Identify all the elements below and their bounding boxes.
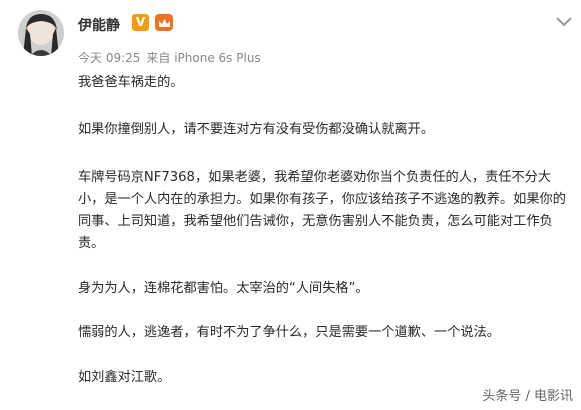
avatar[interactable] <box>18 10 64 56</box>
verified-v-icon: V <box>132 14 149 31</box>
post-paragraph: 懦弱的人，逃逸者，有时不为了争什么，只是需要一个道歉、一个说法。 <box>78 325 500 341</box>
post-source[interactable]: 来自 iPhone 6s Plus <box>146 51 260 65</box>
post-paragraph: 车牌号码京NF7368，如果老婆，我希望你老婆劝你当个负责任的人，责任不分大小，… <box>78 169 566 252</box>
avatar-image <box>18 10 64 56</box>
member-crown-icon <box>155 14 173 31</box>
weibo-post: 伊能静 V 今天 09:25 来自 iPhone 6s Plus 我爸爸车祸走的。… <box>0 0 581 410</box>
username[interactable]: 伊能静 <box>78 15 120 35</box>
post-paragraph: 身为为人，连棉花都害怕。太宰治的“人间失格”。 <box>78 280 369 296</box>
post-time: 今天 09:25 <box>78 51 141 65</box>
watermark: 头条号 / 电影讯 <box>482 385 573 404</box>
post-paragraph: 我爸爸车祸走的。 <box>78 75 184 90</box>
post-paragraph: 如果你撞倒别人，请不要连对方有没有受伤都没确认就离开。 <box>78 122 435 138</box>
post-meta: 今天 09:25 来自 iPhone 6s Plus <box>78 49 261 66</box>
user-badges: V <box>132 14 173 31</box>
post-content: 我爸爸车祸走的。 如果你撞倒别人，请不要连对方有没有受伤都没确认就离开。 车牌号… <box>78 72 570 390</box>
chevron-down-icon[interactable] <box>555 16 573 28</box>
